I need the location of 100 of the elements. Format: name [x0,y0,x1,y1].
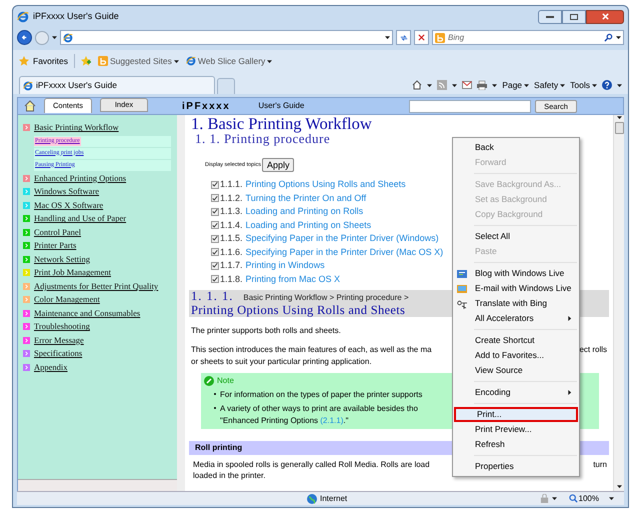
body-text: "Enhanced Printing Options (2.1.1)." [220,415,348,427]
browser-tab[interactable]: iPFxxxx User's Guide [19,76,215,94]
home-icon[interactable] [24,100,36,112]
body-text: This section introduces the main features of each, as well as the ma [191,344,432,356]
refresh-icon [400,34,408,42]
mail-icon [457,284,467,294]
topic-link[interactable]: Specifying Paper in the Printer Driver (Windows) [246,232,439,246]
caret-icon [609,496,614,501]
stop-icon [418,34,425,41]
page-icon [23,80,33,90]
topic-checkbox[interactable] [211,248,219,256]
zoom-level[interactable]: 100% [578,492,599,504]
contents-link[interactable]: Adjustments for Better Print Quality [34,280,158,293]
topic-checkbox[interactable] [211,262,219,270]
topic-checkbox[interactable] [211,275,219,284]
topic-checkbox[interactable] [211,180,219,189]
topic-number: 1.1.7. [220,259,243,272]
mail-icon[interactable] [462,81,472,89]
menu-item[interactable]: Blog with Windows Live [454,266,578,281]
body-text: ect rolls [579,344,608,356]
menu-item[interactable]: Translate with Bing [454,296,578,311]
topic-link[interactable]: Printing from Mac OS X [246,272,340,286]
refresh-button[interactable] [396,30,411,45]
contents-link[interactable]: Windows Software [34,185,100,198]
menu-item[interactable]: Print Preview... [454,422,578,437]
contents-link[interactable]: Handling and Use of Paper [34,212,126,226]
favorites-link[interactable]: Suggested Sites [110,54,172,68]
contents-link[interactable]: Color Management [34,293,100,306]
topic-link[interactable]: Printing Options Using Rolls and Sheets [246,178,406,192]
caret-icon [385,35,390,40]
topic-number: 1.1.5. [220,232,243,245]
back-arrow-icon [21,34,28,41]
contents-link[interactable]: Print Job Management [34,266,111,280]
caret-icon [427,82,432,88]
menu-item[interactable]: Create Shortcut [454,333,578,348]
topic-link[interactable]: Loading and Printing on Rolls [246,205,364,218]
command-menu[interactable]: Safety [534,78,566,92]
caret-icon [560,82,566,88]
menu-item[interactable]: Print... [454,407,578,422]
search-field[interactable] [409,100,531,112]
body-text: or sheets to suit your particular printing application. [191,356,372,368]
menu-item[interactable]: Properties [454,459,578,474]
menu-item[interactable]: View Source [454,363,578,378]
home-icon[interactable] [412,80,422,90]
topic-link[interactable]: Loading and Printing on Sheets [246,218,372,232]
close-icon [602,13,608,20]
caret-icon [616,35,621,40]
window-title: iPFxxxx User's Guide [33,10,119,23]
search-icon[interactable] [604,33,613,42]
favorites-link[interactable]: Web Slice Gallery [198,54,266,68]
topic-number: 1.1.1. [220,178,243,191]
back-button[interactable] [17,30,32,45]
contents-link[interactable]: Mac OS X Software [34,198,104,212]
menu-item[interactable]: Select All [454,229,578,244]
command-menu[interactable]: Tools [570,78,597,92]
caret-icon [174,58,179,64]
contents-link[interactable]: Control Panel [34,226,81,239]
close-button[interactable] [586,10,624,24]
translate-icon [457,298,467,308]
contents-link[interactable]: Troubleshooting [34,320,90,334]
favorites-button[interactable]: Favorites [33,54,68,68]
menu-item[interactable]: Add to Favorites... [454,348,578,363]
topic-link[interactable]: Specifying Paper in the Printer Driver (Mac OS X) [246,246,444,259]
apply-button[interactable]: Apply [262,158,294,172]
scroll-thumb[interactable] [614,122,624,134]
topic-link[interactable]: Turning the Printer On and Off [246,192,366,205]
topic-checkbox[interactable] [211,234,219,243]
stop-button[interactable] [414,30,429,45]
page-subtitle: 1. 1. Printing procedure [195,132,332,146]
menu-item[interactable]: Encoding [454,385,578,400]
minimize-button[interactable] [538,10,562,24]
topic-link[interactable]: Printing in Windows [246,259,325,272]
scrollbar[interactable] [613,115,624,491]
contents-link[interactable]: Maintenance and Consumables [34,306,140,320]
contents-link[interactable]: Network Setting [34,252,90,266]
search-field[interactable]: Bing [432,30,624,45]
topic-checkbox[interactable] [211,208,219,216]
search-input[interactable]: Bing [448,32,601,44]
tab-label: iPFxxxx User's Guide [36,79,117,92]
contents-link[interactable]: Specifications [34,347,82,360]
add-favorite-icon[interactable] [80,56,91,66]
contents-link[interactable]: Basic Printing Workflow [34,121,119,134]
topic-checkbox[interactable] [211,221,219,230]
print-icon[interactable] [477,80,488,90]
address-field[interactable] [60,30,393,45]
command-menu[interactable]: Page [502,78,530,92]
maximize-button[interactable] [562,10,586,24]
contents-link[interactable]: Enhanced Printing Options [34,172,126,185]
help-icon[interactable] [602,80,612,90]
contents-link[interactable]: Error Message [34,334,84,347]
menu-item[interactable]: Back [454,140,578,155]
page-icon [63,32,73,42]
body-text: loaded in the printer. [193,470,266,481]
contents-link[interactable]: Printer Parts [34,239,76,252]
topic-checkbox[interactable] [211,194,219,202]
body-text: A variety of other ways to print are available besides tho [220,403,418,415]
zoom-icon [568,494,578,503]
contents-link[interactable]: Appendix [34,360,68,374]
caret-icon [616,484,622,489]
blog-icon [457,268,467,278]
